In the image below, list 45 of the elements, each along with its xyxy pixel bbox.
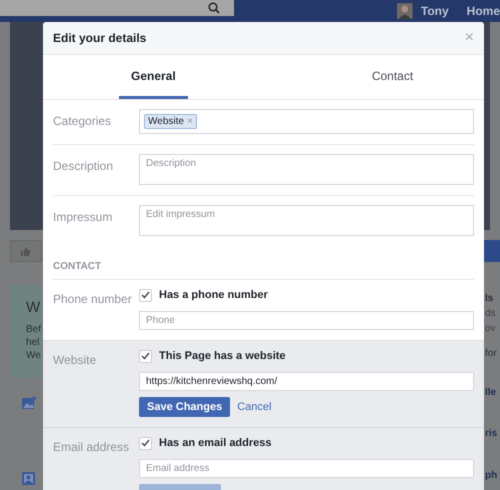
tab[interactable]: Contact <box>372 55 414 99</box>
checkbox[interactable] <box>139 288 152 302</box>
categories-field[interactable]: Website × <box>139 109 474 134</box>
search-icon[interactable] <box>208 2 220 14</box>
cancel-link[interactable]: Cancel <box>237 401 272 413</box>
text-area[interactable]: Edit impressum <box>139 205 474 236</box>
user-name-link[interactable]: Tony <box>420 4 449 18</box>
card-text: We <box>26 349 41 362</box>
field-label: Categories <box>53 113 112 130</box>
field-label: Impressum <box>53 209 114 226</box>
page-text: ov <box>485 322 496 335</box>
page-text: ris <box>485 427 498 440</box>
page-text: lle <box>485 386 496 399</box>
save-button[interactable]: Save Changes <box>139 397 230 417</box>
add-photo-icon <box>22 396 37 409</box>
field-label: Phone number <box>53 291 133 308</box>
nav-link[interactable]: Home <box>466 4 500 18</box>
tab[interactable]: General <box>119 55 188 99</box>
field-label: Email address <box>53 439 130 456</box>
input-field[interactable]: https://kitchenreviewshq.com/ <box>139 372 474 391</box>
checkbox-label: Has a phone number <box>159 289 268 301</box>
checkbox-label: This Page has a website <box>159 350 286 362</box>
dialog-title: Edit your details <box>53 31 146 45</box>
field-label: Website <box>53 352 98 369</box>
page-text: ds <box>485 307 496 320</box>
checkbox[interactable] <box>139 436 152 450</box>
page-text: for <box>485 347 497 360</box>
card-text: hel <box>26 336 40 349</box>
thumbs-up-icon <box>21 246 30 256</box>
page-text: ph <box>485 469 498 482</box>
checkbox-label: Has an email address <box>159 437 272 449</box>
input-field[interactable]: Phone <box>139 311 474 330</box>
section-heading: CONTACT <box>53 256 474 280</box>
text-area[interactable]: Description <box>139 154 474 185</box>
search-field[interactable] <box>0 0 234 16</box>
checkbox[interactable] <box>139 350 152 362</box>
page-text: ls <box>485 292 494 305</box>
field-label: Description <box>53 158 114 175</box>
input-field[interactable]: Email address <box>139 459 474 478</box>
action-bar <box>484 240 500 262</box>
card-text: W <box>26 299 40 317</box>
card-text: Bef <box>26 323 42 336</box>
tag-label: Website <box>148 116 184 127</box>
avatar[interactable] <box>397 3 413 19</box>
person-icon <box>22 472 35 485</box>
